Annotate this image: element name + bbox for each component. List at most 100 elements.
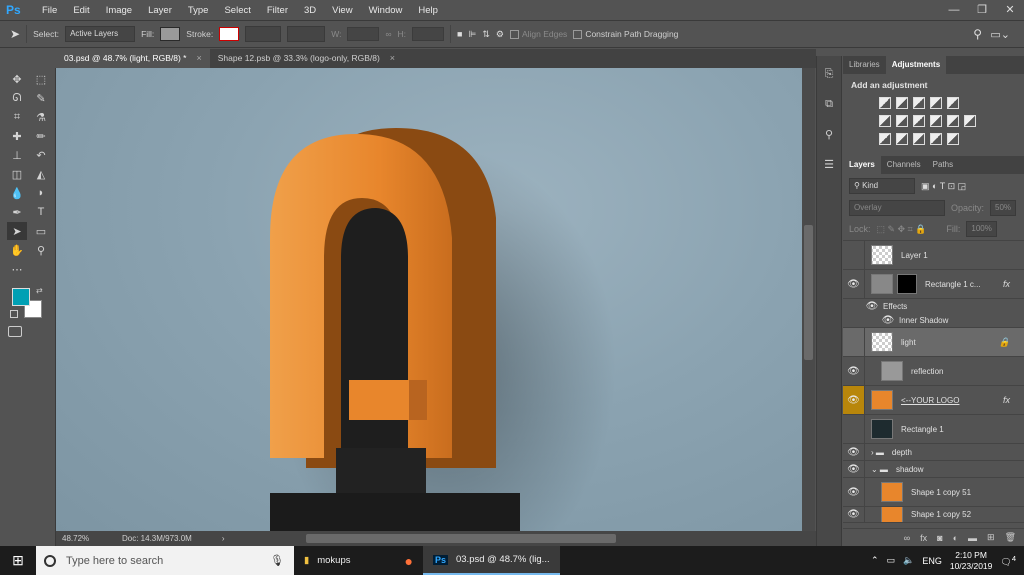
selective-color-icon[interactable] — [947, 133, 959, 145]
history-icon[interactable]: ⎘ — [817, 62, 841, 86]
restore-button[interactable]: ❐ — [968, 0, 996, 20]
tab-adjustments[interactable]: Adjustments — [885, 56, 947, 74]
eye-icon[interactable]: 👁 — [843, 444, 865, 460]
history-brush-tool-icon[interactable]: ↶ — [31, 146, 51, 164]
mask-icon[interactable]: ◙ — [937, 533, 942, 543]
new-group-icon[interactable]: ▬ — [968, 533, 977, 543]
effects-row[interactable]: 👁 Effects — [843, 299, 1024, 313]
blur-tool-icon[interactable]: 💧 — [7, 184, 27, 202]
firefox-icon[interactable]: ● — [395, 546, 423, 575]
eye-icon[interactable]: 👁 — [843, 386, 865, 414]
vertical-scroll-thumb[interactable] — [804, 225, 813, 360]
new-layer-icon[interactable]: ⊞ — [987, 532, 995, 543]
brushes-icon[interactable]: ⚲ — [817, 122, 841, 146]
network-icon[interactable]: ▭ — [887, 555, 896, 566]
eye-icon[interactable]: 👁 — [843, 270, 865, 298]
quick-mask-icon[interactable] — [8, 326, 22, 337]
levels-icon[interactable] — [896, 97, 908, 109]
path-alignment-icon[interactable]: ⊫ — [468, 29, 476, 40]
stroke-type-dropdown[interactable] — [287, 26, 326, 42]
horizontal-scroll-thumb[interactable] — [306, 534, 616, 543]
exposure-icon[interactable] — [930, 97, 942, 109]
tab-03-psd[interactable]: 03.psd @ 48.7% (light, RGB/8) * × — [56, 49, 210, 68]
lock-icons[interactable]: ⬚ ✎ ✥ ⌗ 🔒 — [877, 224, 927, 235]
volume-icon[interactable]: 🔈 — [903, 555, 914, 566]
menu-file[interactable]: File — [34, 5, 65, 16]
select-mode-dropdown[interactable]: Active Layers — [65, 26, 136, 42]
height-field[interactable] — [412, 27, 445, 41]
adjustment-layer-icon[interactable]: ◐ — [953, 533, 958, 543]
threshold-icon[interactable] — [913, 133, 925, 145]
quick-select-tool-icon[interactable]: ✎ — [31, 89, 51, 107]
group-row[interactable]: 👁 › ▬ depth — [843, 444, 1024, 461]
trash-icon[interactable]: 🗑 — [1005, 532, 1016, 543]
posterize-icon[interactable] — [896, 133, 908, 145]
gear-icon[interactable]: ⚙ — [496, 29, 504, 40]
brightness-icon[interactable] — [879, 97, 891, 109]
align-edges-checkbox[interactable]: Align Edges — [509, 29, 567, 40]
fx-icon[interactable]: fx — [1003, 279, 1010, 289]
menu-help[interactable]: Help — [410, 5, 446, 16]
fx-icon[interactable]: fx — [920, 533, 927, 543]
crop-tool-icon[interactable]: ⌗ — [7, 108, 27, 126]
tab-paths[interactable]: Paths — [927, 156, 959, 174]
gradient-map-icon[interactable] — [930, 133, 942, 145]
zoom-tool-icon[interactable]: ⚲ — [31, 241, 51, 259]
group-row[interactable]: 👁 ⌄ ▬ shadow — [843, 461, 1024, 478]
windows-start-icon[interactable]: ⊞ — [0, 546, 36, 575]
search-icon[interactable]: ⚲ — [973, 27, 982, 41]
fx-icon[interactable]: fx — [1003, 395, 1010, 405]
language-indicator[interactable]: ENG — [922, 556, 942, 566]
microphone-icon[interactable]: 🎙 — [270, 554, 284, 567]
kind-filter-dropdown[interactable]: ⚲ Kind — [849, 178, 915, 194]
rectangle-tool-icon[interactable]: ▭ — [31, 222, 51, 240]
clone-stamp-tool-icon[interactable]: ⊥ — [7, 146, 27, 164]
eye-icon[interactable]: 👁 — [843, 357, 865, 385]
menu-view[interactable]: View — [324, 5, 360, 16]
lasso-tool-icon[interactable]: ᘏ — [7, 89, 27, 107]
chevron-up-icon[interactable]: ⌃ — [871, 555, 879, 566]
fill-swatch[interactable] — [160, 27, 181, 41]
taskbar-item-mokups[interactable]: ▮ mokups — [294, 546, 361, 575]
black-white-icon[interactable] — [913, 115, 925, 127]
taskbar-item-photoshop[interactable]: Ps 03.psd @ 48.7% (lig... — [422, 546, 560, 575]
status-menu-arrow[interactable]: › — [222, 534, 225, 543]
zoom-level[interactable]: 48.72% — [56, 534, 116, 543]
color-balance-icon[interactable] — [896, 115, 908, 127]
link-layers-icon[interactable]: ∞ — [904, 533, 910, 543]
more-tools-icon[interactable]: ⋯ — [7, 260, 27, 278]
pen-tool-icon[interactable]: ✒ — [7, 203, 27, 221]
path-selection-tool-icon[interactable]: ➤ — [7, 222, 27, 240]
channel-mixer-icon[interactable] — [947, 115, 959, 127]
paint-bucket-tool-icon[interactable]: ◭ — [31, 165, 51, 183]
type-tool-icon[interactable]: T — [31, 203, 51, 221]
constrain-checkbox[interactable]: Constrain Path Dragging — [573, 29, 678, 40]
close-icon[interactable]: × — [390, 49, 395, 68]
menu-layer[interactable]: Layer — [140, 5, 180, 16]
curves-icon[interactable] — [913, 97, 925, 109]
stroke-width-field[interactable] — [245, 26, 282, 42]
eye-icon[interactable]: 👁 — [843, 507, 865, 522]
close-icon[interactable]: × — [197, 49, 202, 68]
layer-row[interactable]: 👁 <--YOUR LOGO fx — [843, 386, 1024, 415]
eyedropper-tool-icon[interactable]: ⚗ — [31, 108, 51, 126]
marquee-tool-icon[interactable]: ⬚ — [31, 70, 51, 88]
menu-image[interactable]: Image — [98, 5, 140, 16]
vibrance-icon[interactable] — [947, 97, 959, 109]
hue-saturation-icon[interactable] — [879, 115, 891, 127]
invert-icon[interactable] — [879, 133, 891, 145]
eye-icon[interactable]: 👁 — [877, 313, 899, 327]
opacity-field[interactable]: 50% — [990, 200, 1017, 216]
layer-row[interactable]: 👁 Rectangle 1 c... fx — [843, 270, 1024, 299]
visibility-toggle-off[interactable] — [843, 415, 865, 443]
path-selection-tool-icon[interactable]: ➤ — [10, 27, 20, 41]
hand-tool-icon[interactable]: ✋ — [7, 241, 27, 259]
layer-row[interactable]: Layer 1 — [843, 241, 1024, 270]
layer-row[interactable]: 👁 Shape 1 copy 52 — [843, 507, 1024, 523]
tab-shape-12[interactable]: Shape 12.psb @ 33.3% (logo-only, RGB/8) … — [210, 49, 403, 68]
dodge-tool-icon[interactable]: ◗ — [31, 184, 51, 202]
path-arrangement-icon[interactable]: ⇅ — [482, 29, 490, 40]
menu-type[interactable]: Type — [180, 5, 217, 16]
brush-tool-icon[interactable]: ✏ — [31, 127, 51, 145]
eye-icon[interactable]: 👁 — [843, 461, 865, 477]
